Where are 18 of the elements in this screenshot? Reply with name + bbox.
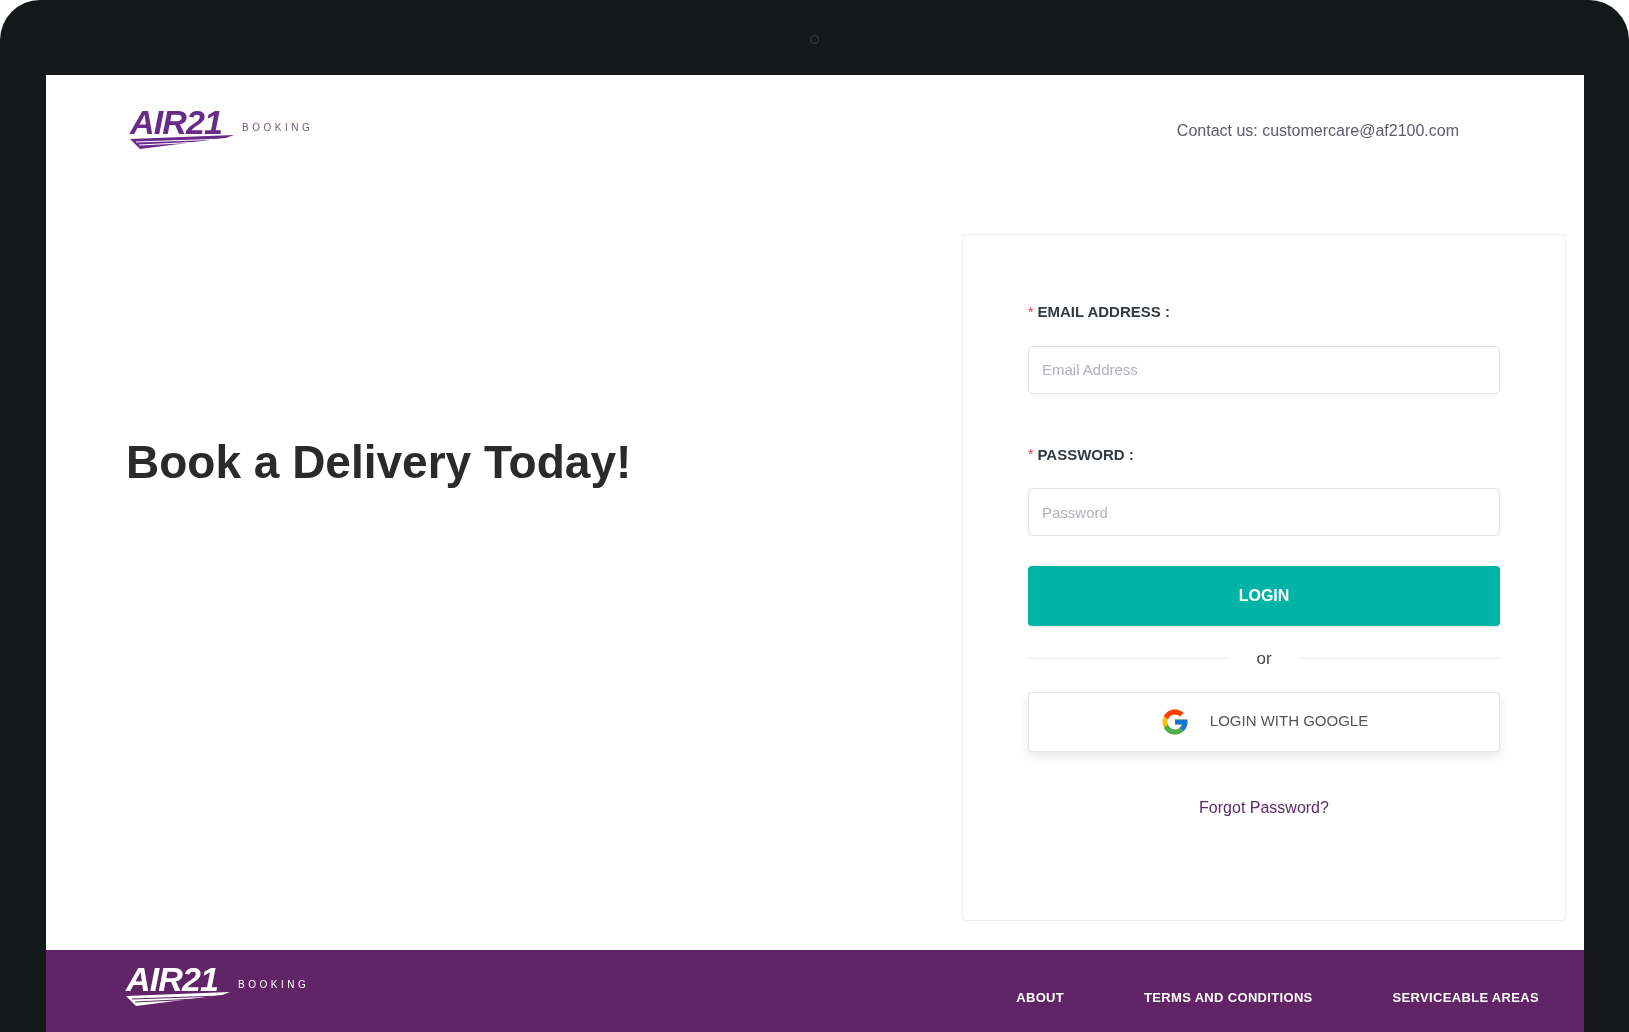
required-mark: * xyxy=(1028,445,1034,465)
forgot-password-link[interactable]: Forgot Password? xyxy=(1199,795,1329,820)
input-field[interactable]: Email Address xyxy=(1028,345,1500,394)
field-label: PASSWORD : xyxy=(1037,444,1134,465)
field-label: EMAIL ADDRESS : xyxy=(1037,302,1170,322)
logo-mark: AIR21 xyxy=(126,962,230,1006)
logo-subtitle: BOOKING xyxy=(238,977,310,992)
hero-title: Book a Delivery Today! xyxy=(126,435,632,490)
google-login-button[interactable]: LOGIN WITH GOOGLE xyxy=(1028,691,1500,752)
divider-text: or xyxy=(1256,648,1272,670)
logo-mark: AIR21 xyxy=(130,105,234,149)
footer-link[interactable]: ABOUT xyxy=(1016,988,1065,1008)
footer-link[interactable]: TERMS AND CONDITIONS xyxy=(1144,988,1313,1008)
logo-subtitle: BOOKING xyxy=(242,120,314,135)
footer-link[interactable]: SERVICEABLE AREAS xyxy=(1392,988,1539,1008)
required-mark: * xyxy=(1028,302,1034,322)
contact-text: Contact us: customercare@af2100.com xyxy=(1176,121,1459,141)
input-field[interactable]: Password xyxy=(1028,488,1500,536)
